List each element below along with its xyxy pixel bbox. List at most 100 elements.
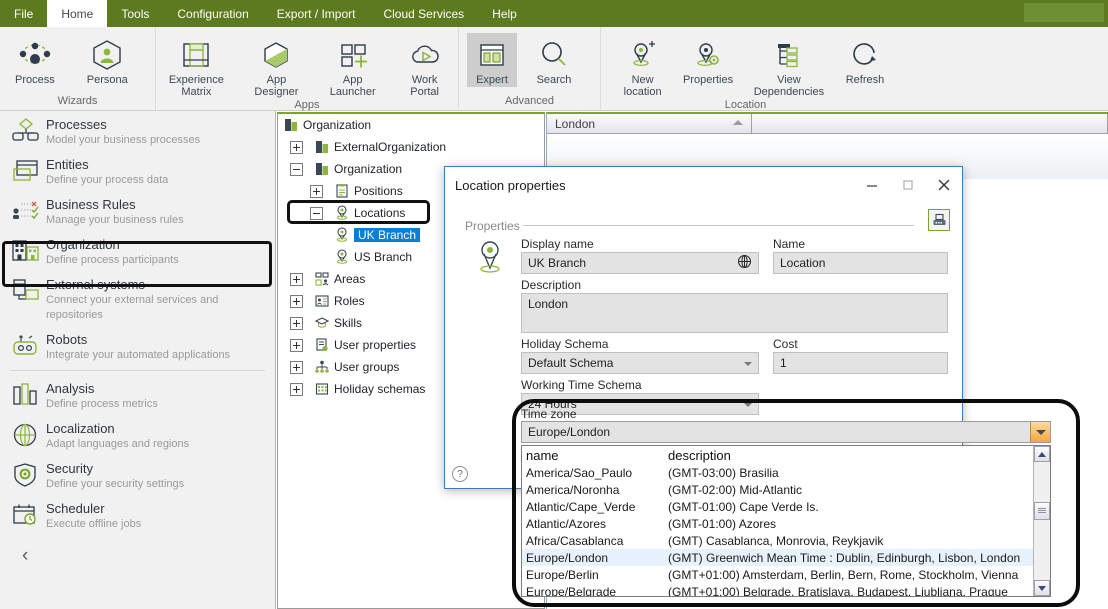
business-rules-icon <box>10 196 42 226</box>
tree-node-externalorganization[interactable]: ExternalOrganization <box>278 136 544 158</box>
search-magnifier-icon <box>538 36 570 74</box>
maximize-icon[interactable] <box>890 167 926 203</box>
org-building-icon <box>282 118 299 132</box>
menu-item-file[interactable]: File <box>0 0 47 27</box>
display-name-label: Display name <box>521 237 594 251</box>
chevron-down-icon[interactable] <box>1030 422 1050 442</box>
menu-item-export-import[interactable]: Export / Import <box>263 0 370 27</box>
sidebar-item-subtitle: Define process metrics <box>46 398 158 410</box>
tree-node-organization-root[interactable]: Organization <box>278 114 544 136</box>
ribbon-button-expert[interactable]: Expert <box>467 33 517 87</box>
server-save-icon[interactable] <box>928 209 950 231</box>
menu-item-tools[interactable]: Tools <box>107 0 163 27</box>
timezone-option[interactable]: Africa/Casablanca (GMT) Casablanca, Monr… <box>522 532 1033 549</box>
left-navigation-sidebar: Processes Model your business processes … <box>0 111 276 609</box>
tree-expander-icon[interactable] <box>290 360 303 374</box>
properties-section-label: Properties <box>465 219 520 233</box>
display-name-input[interactable]: UK Branch <box>521 252 759 274</box>
ribbon-button-refresh[interactable]: Refresh <box>840 33 890 87</box>
minimize-icon[interactable] <box>854 167 890 203</box>
tree-expander-icon[interactable] <box>290 316 303 330</box>
name-input[interactable]: Location <box>773 252 948 274</box>
close-icon[interactable] <box>926 167 962 203</box>
timezone-option[interactable]: America/Noronha (GMT-02:00) Mid-Atlantic <box>522 481 1033 498</box>
timezone-option-name: Europe/London <box>526 550 609 565</box>
tree-expander-icon[interactable] <box>290 140 303 154</box>
menu-item-configuration[interactable]: Configuration <box>163 0 262 27</box>
external-systems-icon <box>10 276 42 306</box>
ribbon-button-app-launcher[interactable]: App Launcher <box>314 33 391 99</box>
sidebar-item-business-rules[interactable]: Business Rules Manage your business rule… <box>0 191 275 231</box>
refresh-circular-arrow-icon <box>849 36 881 74</box>
grid-column-empty[interactable] <box>752 114 1108 134</box>
menu-item-home[interactable]: Home <box>47 0 108 27</box>
scroll-up-icon[interactable] <box>1034 446 1050 462</box>
timezone-combobox[interactable]: Europe/London <box>521 421 1051 443</box>
timezone-options: name description America/Sao_Paulo (GMT-… <box>522 446 1033 596</box>
sidebar-collapse-button[interactable]: ‹ <box>0 535 275 567</box>
menubar-search-box[interactable] <box>1024 3 1104 22</box>
sidebar-item-title: Scheduler <box>46 501 105 516</box>
sidebar-item-analysis[interactable]: Analysis Define process metrics <box>0 375 275 415</box>
ribbon-button-work-portal[interactable]: Work Portal <box>391 33 458 99</box>
ribbon-button-properties[interactable]: Properties <box>678 33 738 87</box>
ribbon-button-label: View Dependencies <box>753 74 825 98</box>
grid-column-london[interactable]: London <box>547 114 752 134</box>
ribbon-button-experience-matrix[interactable]: Experience Matrix <box>164 33 229 99</box>
dialog-titlebar[interactable]: Location properties <box>445 167 962 203</box>
sidebar-item-subtitle: Adapt languages and regions <box>46 438 190 450</box>
cost-input[interactable]: 1 <box>773 352 948 374</box>
sidebar-item-title: Analysis <box>46 381 95 396</box>
tree-expander-icon[interactable] <box>310 206 323 220</box>
holiday-schemas-icon <box>313 382 330 396</box>
timezone-option[interactable]: Europe/Belgrade (GMT+01:00) Belgrade, Br… <box>522 583 1033 597</box>
sidebar-item-security[interactable]: Security Define your security settings <box>0 455 275 495</box>
timezone-option[interactable]: Atlantic/Azores (GMT-01:00) Azores <box>522 515 1033 532</box>
tree-expander-icon[interactable] <box>290 162 303 176</box>
timezone-option[interactable]: Europe/Berlin (GMT+01:00) Amsterdam, Ber… <box>522 566 1033 583</box>
properties-section-divider <box>523 225 914 226</box>
timezone-option-selected[interactable]: Europe/London (GMT) Greenwich Mean Time … <box>522 549 1033 566</box>
sidebar-item-organization[interactable]: Organization Define process participants <box>0 231 275 271</box>
tree-expander-icon[interactable] <box>310 184 323 198</box>
tree-node-label: Roles <box>334 294 365 308</box>
tree-expander-icon[interactable] <box>290 294 303 308</box>
ribbon-button-new-location[interactable]: New location <box>607 33 678 99</box>
org-building-icon <box>313 162 330 176</box>
sidebar-item-external-systems[interactable]: External systems Connect your external s… <box>0 271 275 326</box>
sidebar-item-subtitle: Define your security settings <box>46 478 185 490</box>
sidebar-item-robots[interactable]: Robots Integrate your automated applicat… <box>0 326 275 366</box>
ribbon-button-app-designer[interactable]: App Designer <box>239 33 314 99</box>
timezone-option-name: America/Noronha <box>526 482 620 497</box>
ribbon-button-persona[interactable]: Persona <box>80 33 135 87</box>
timezone-option[interactable]: America/Sao_Paulo (GMT-03:00) Brasilia <box>522 464 1033 481</box>
globe-translate-icon[interactable] <box>737 254 752 272</box>
tree-expander-icon[interactable] <box>290 338 303 352</box>
ribbon-button-process[interactable]: Process <box>8 33 62 87</box>
help-icon[interactable]: ? <box>452 466 468 482</box>
timezone-dropdown-list[interactable]: name description America/Sao_Paulo (GMT-… <box>521 445 1051 597</box>
ribbon-group-wizards: Process Persona Wizards <box>0 27 155 110</box>
menu-item-cloud-services[interactable]: Cloud Services <box>369 0 478 27</box>
description-input[interactable]: London <box>521 293 948 333</box>
dialog-title: Location properties <box>455 177 566 193</box>
scrollbar-thumb[interactable] <box>1034 502 1050 520</box>
holiday-schema-select[interactable]: Default Schema <box>521 352 759 374</box>
tree-expander-icon[interactable] <box>290 382 303 396</box>
sidebar-item-localization[interactable]: Localization Adapt languages and regions <box>0 415 275 455</box>
sidebar-item-entities[interactable]: Entities Define your process data <box>0 151 275 191</box>
sidebar-item-scheduler[interactable]: Scheduler Execute offline jobs <box>0 495 275 535</box>
ribbon-button-search[interactable]: Search <box>529 33 579 87</box>
timezone-option[interactable]: Atlantic/Cape_Verde (GMT-01:00) Cape Ver… <box>522 498 1033 515</box>
roles-icon <box>313 294 330 308</box>
ribbon-toolbar: Process Persona Wizards Experience Matri… <box>0 27 1108 111</box>
skills-cap-icon <box>313 316 330 330</box>
tree-expander-icon[interactable] <box>290 272 303 286</box>
scroll-down-icon[interactable] <box>1034 580 1050 596</box>
timezone-list-scrollbar[interactable] <box>1033 446 1050 596</box>
robots-icon <box>10 331 42 361</box>
sidebar-item-processes[interactable]: Processes Model your business processes <box>0 111 275 151</box>
ribbon-button-view-dependencies[interactable]: View Dependencies <box>738 33 840 99</box>
scheduler-calendar-icon <box>10 500 42 530</box>
menu-item-help[interactable]: Help <box>478 0 531 27</box>
